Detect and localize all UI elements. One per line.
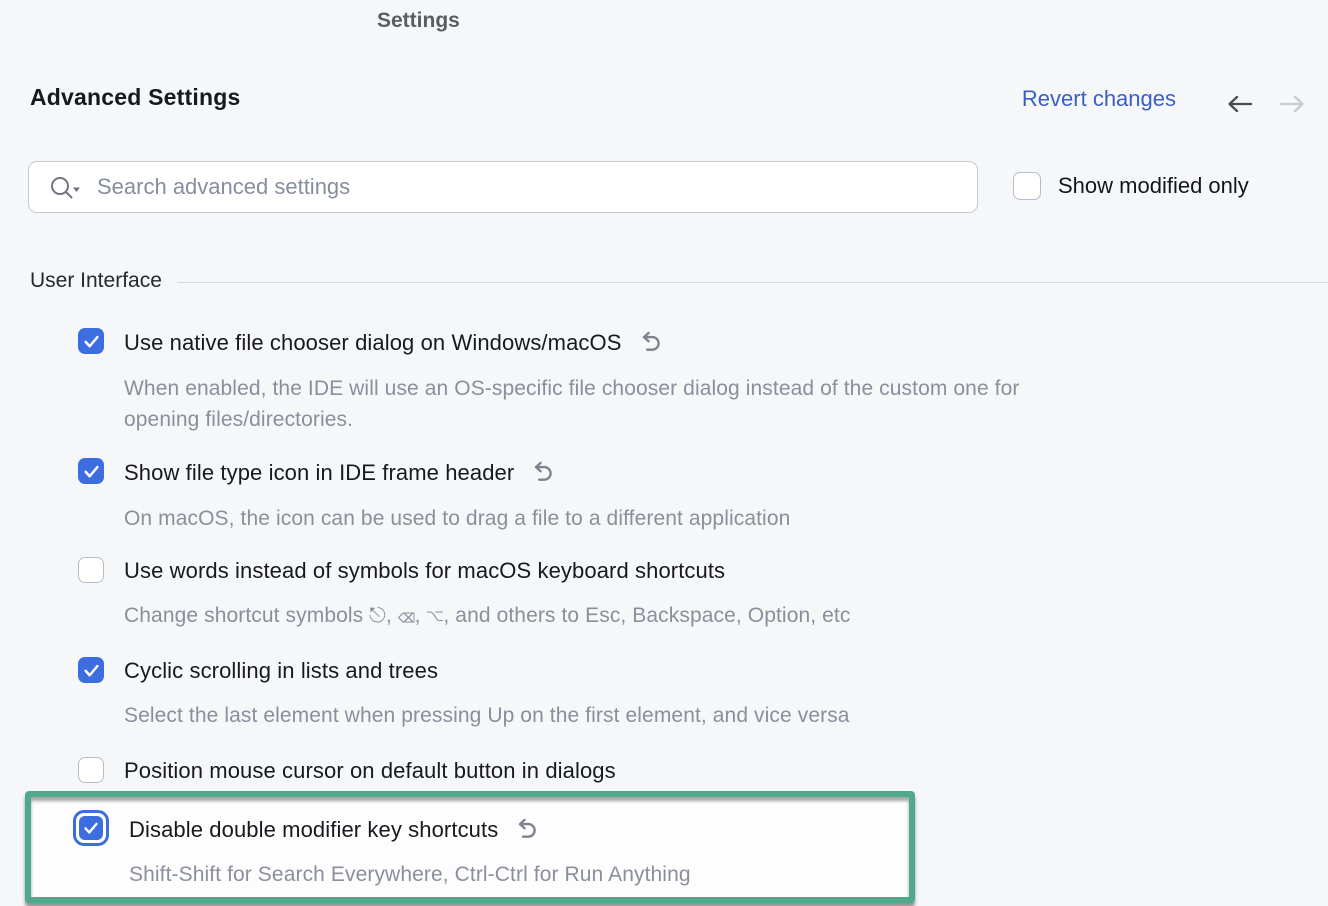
section-divider xyxy=(177,282,1328,283)
setting-description: On macOS, the icon can be used to drag a… xyxy=(124,503,790,534)
checkbox-native-file-chooser[interactable] xyxy=(78,328,104,354)
setting-row: Position mouse cursor on default button … xyxy=(78,757,1328,784)
checkbox-disable-double-modifier[interactable] xyxy=(79,816,103,840)
checkbox-position-mouse-cursor[interactable] xyxy=(78,757,104,783)
checkmark-icon xyxy=(82,462,101,481)
setting-label: Show file type icon in IDE frame header xyxy=(124,459,514,486)
checkbox-cyclic-scrolling[interactable] xyxy=(78,657,104,683)
setting-label: Use words instead of symbols for macOS k… xyxy=(124,557,725,584)
revert-changes-link[interactable]: Revert changes xyxy=(1022,86,1176,112)
checkmark-icon xyxy=(82,332,101,351)
setting-description: When enabled, the IDE will use an OS-spe… xyxy=(124,373,1019,435)
section-title: User Interface xyxy=(30,269,162,293)
setting-description: Select the last element when pressing Up… xyxy=(124,700,850,731)
setting-row-highlighted: Disable double modifier key shortcuts Sh… xyxy=(73,810,1328,890)
section-header: User Interface xyxy=(30,269,1328,293)
checkbox-focus-ring xyxy=(73,810,109,846)
setting-description: Shift-Shift for Search Everywhere, Ctrl-… xyxy=(129,859,691,890)
search-icon[interactable] xyxy=(47,173,83,203)
search-box[interactable] xyxy=(28,161,978,213)
setting-description: Change shortcut symbols ⎋, ⌫, ⌥, and oth… xyxy=(124,600,850,631)
reset-value-icon[interactable] xyxy=(512,817,540,844)
checkmark-icon xyxy=(82,661,101,680)
setting-label: Use native file chooser dialog on Window… xyxy=(124,329,622,356)
forward-arrow-icon[interactable] xyxy=(1276,92,1308,116)
window-title: Settings xyxy=(377,9,460,33)
setting-row: Use native file chooser dialog on Window… xyxy=(78,328,1328,435)
show-modified-only-label: Show modified only xyxy=(1058,173,1249,199)
search-input[interactable] xyxy=(89,174,963,200)
setting-row: Cyclic scrolling in lists and trees Sele… xyxy=(78,657,1328,731)
show-modified-only-checkbox[interactable] xyxy=(1013,172,1041,200)
checkbox-words-instead-symbols[interactable] xyxy=(78,557,104,583)
setting-row: Show file type icon in IDE frame header … xyxy=(78,458,1328,534)
checkbox-file-type-icon[interactable] xyxy=(78,458,104,484)
reset-value-icon[interactable] xyxy=(636,330,664,357)
setting-label: Disable double modifier key shortcuts xyxy=(129,816,498,843)
setting-row: Use words instead of symbols for macOS k… xyxy=(78,557,1328,631)
setting-label: Cyclic scrolling in lists and trees xyxy=(124,657,438,684)
back-arrow-icon[interactable] xyxy=(1224,92,1256,116)
setting-label: Position mouse cursor on default button … xyxy=(124,757,616,784)
page-title: Advanced Settings xyxy=(30,84,240,111)
reset-value-icon[interactable] xyxy=(528,460,556,487)
checkmark-icon xyxy=(82,819,100,837)
